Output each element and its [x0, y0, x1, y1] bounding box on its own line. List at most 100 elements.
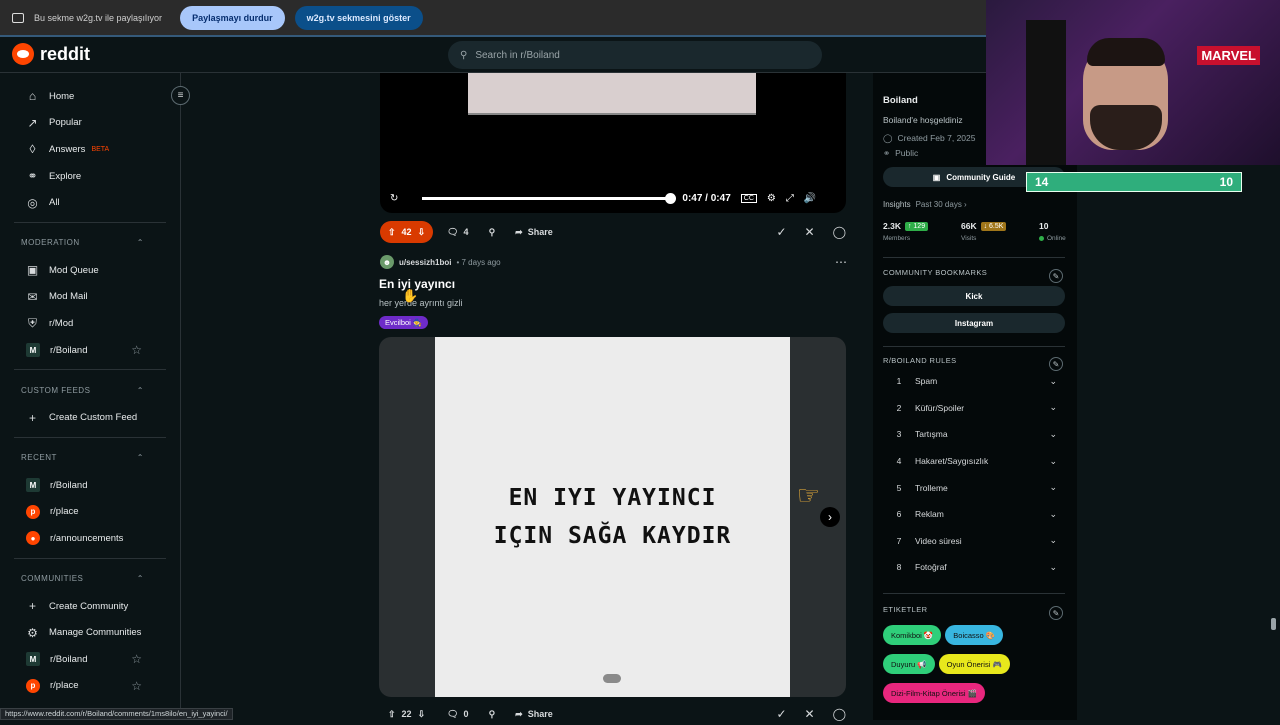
sidebar-item-label: Explore — [49, 170, 82, 182]
award-button[interactable]: ⚲ — [483, 221, 502, 243]
sidebar-item-community-place[interactable]: p r/place ☆ — [0, 673, 180, 700]
sidebar-item-answers[interactable]: ◊ Answers BETA — [0, 136, 180, 163]
rule-item[interactable]: 8 Fotoğraf ⌄ — [883, 554, 1065, 581]
edit-pencil-icon[interactable]: ✎ — [1049, 606, 1063, 620]
chevron-down-icon: ⌄ — [1049, 455, 1057, 466]
reddit-logo[interactable]: reddit — [12, 43, 90, 65]
share-label: Share — [527, 227, 553, 237]
edit-pencil-icon[interactable]: ✎ — [1049, 269, 1063, 283]
rule-item[interactable]: 6 Reklam ⌄ — [883, 501, 1065, 528]
replay-icon[interactable]: ↻ — [390, 193, 398, 204]
rule-item[interactable]: 4 Hakaret/Saygısızlık ⌄ — [883, 448, 1065, 475]
members-label: Members — [883, 235, 911, 242]
sidebar-item-explore[interactable]: ⚭ Explore — [0, 163, 180, 190]
sidebar-item-popular[interactable]: ↗ Popular — [0, 110, 180, 137]
volume-icon[interactable]: 🔊 — [804, 193, 816, 204]
members-value: 2.3K — [883, 221, 901, 231]
progress-handle[interactable] — [665, 192, 677, 204]
comments-button[interactable]: 🗨 4 — [441, 221, 474, 243]
approve-check-icon[interactable]: ✓ — [776, 225, 786, 239]
rule-label: Spam — [915, 376, 938, 387]
sidebar-item-create-community[interactable]: + Create Community — [0, 593, 180, 620]
chevron-down-icon: ⌄ — [1049, 561, 1057, 572]
image-gallery[interactable]: EN IYI YAYINCI IÇIN SAĞA KAYDIR ☞ › — [379, 337, 846, 697]
sidebar-item-all[interactable]: ◎ All — [0, 189, 180, 216]
remove-x-icon[interactable]: ✕ — [805, 225, 815, 239]
settings-gear-icon[interactable]: ⚙ — [767, 193, 776, 204]
online-dot-icon — [1039, 236, 1044, 241]
award-button[interactable]: ⚲ — [483, 703, 502, 725]
remove-x-icon[interactable]: ✕ — [805, 707, 815, 721]
tag-chip[interactable]: Dizi-Film-Kitap Önerisi 🎬 — [883, 683, 986, 703]
upvote-icon[interactable]: ⇧ — [388, 709, 396, 720]
share-button[interactable]: ➦ Share — [509, 703, 559, 725]
share-button[interactable]: ➦ Share — [509, 221, 559, 243]
stop-sharing-button[interactable]: Paylaşmayı durdur — [180, 5, 285, 30]
star-icon[interactable]: ☆ — [131, 343, 142, 357]
sidebar-item-recent-boiland[interactable]: Mr/Boiland — [0, 472, 180, 499]
rule-item[interactable]: 5 Trolleme ⌄ — [883, 474, 1065, 501]
mod-shield-icon[interactable]: ◯ — [833, 707, 846, 721]
tag-chip[interactable]: Oyun Önerisi 🎮 — [938, 654, 1010, 674]
share-label: Share — [527, 709, 553, 719]
section-title: MODERATION — [21, 238, 80, 248]
vote-control[interactable]: ⇧ 42 ⇩ — [380, 221, 434, 243]
star-icon[interactable]: ☆ — [131, 679, 142, 693]
rule-item[interactable]: 2 Küfür/Spoiler ⌄ — [883, 395, 1065, 422]
comments-button[interactable]: 🗨 0 — [441, 703, 474, 725]
rule-label: Video süresi — [915, 535, 962, 546]
rule-item[interactable]: 1 Spam ⌄ — [883, 368, 1065, 395]
sidebar-item-r-boiland[interactable]: Mr/Boiland ☆ — [0, 337, 180, 364]
video-player[interactable]: ↻ 0:47 / 0:47 CC ⚙ ⤢ 🔊 — [380, 73, 846, 213]
pointing-finger-icon: ☞ — [796, 480, 820, 510]
more-options-icon[interactable]: ⋯ — [835, 255, 847, 269]
bookmark-instagram-button[interactable]: Instagram — [883, 313, 1065, 333]
rule-item[interactable]: 7 Video süresi ⌄ — [883, 528, 1065, 555]
sidebar-item-mod-queue[interactable]: ▣ Mod Queue — [0, 257, 180, 284]
downvote-icon[interactable]: ⇩ — [418, 709, 426, 720]
sidebar-item-manage-communities[interactable]: ⚙ Manage Communities — [0, 619, 180, 646]
post-meta: ☻ u/sessizh1boi • 7 days ago — [380, 255, 501, 269]
custom-feeds-section-toggle[interactable]: CUSTOM FEEDS ⌃ — [0, 376, 180, 404]
recent-section-toggle[interactable]: RECENT ⌃ — [0, 444, 180, 472]
gallery-next-button[interactable]: › — [820, 507, 840, 527]
sidebar-item-mod-mail[interactable]: ✉ Mod Mail — [0, 284, 180, 311]
sidebar-item-r-mod[interactable]: ⛨ r/Mod — [0, 310, 180, 337]
vote-control[interactable]: ⇧ 22 ⇩ — [380, 703, 433, 725]
insights-header[interactable]: Insights Past 30 days › — [883, 200, 967, 209]
captions-icon[interactable]: CC — [740, 193, 757, 203]
sidebar-item-home[interactable]: ⌂ Home — [0, 83, 180, 110]
fullscreen-icon[interactable]: ⤢ — [786, 193, 794, 204]
moderation-section-toggle[interactable]: MODERATION ⌃ — [0, 229, 180, 257]
sidebar-item-label: Popular — [49, 117, 82, 129]
rule-label: Fotoğraf — [915, 562, 947, 573]
sidebar-item-recent-place[interactable]: p r/place — [0, 499, 180, 526]
star-icon[interactable]: ☆ — [131, 652, 142, 666]
mod-shield-icon[interactable]: ◯ — [833, 225, 846, 239]
video-progress-bar[interactable] — [422, 192, 677, 204]
place-avatar-icon: p — [26, 504, 40, 519]
downvote-icon[interactable]: ⇩ — [418, 227, 426, 238]
visibility: ⚭ Public — [883, 148, 918, 159]
post-flair[interactable]: Evcilboi 🧙 — [379, 316, 429, 329]
bookmark-kick-button[interactable]: Kick — [883, 286, 1065, 306]
user-avatar[interactable]: ☻ — [380, 255, 394, 269]
tag-chip[interactable]: Duyuru 📢 — [883, 654, 935, 674]
communities-section-toggle[interactable]: COMMUNITIES ⌃ — [0, 565, 180, 593]
tag-chip[interactable]: Boicasso 🎨 — [945, 625, 1004, 645]
search-input[interactable]: ⚲ Search in r/Boiland — [448, 41, 822, 69]
boiland-avatar-icon: M — [26, 343, 40, 358]
post-author[interactable]: u/sessizh1boi — [399, 258, 451, 267]
tag-chip[interactable]: Komikboi 🤡 — [883, 625, 942, 645]
show-tab-button[interactable]: w2g.tv sekmesini göster — [294, 5, 423, 30]
sidebar-item-recent-announcements[interactable]: ● r/announcements — [0, 525, 180, 552]
scrollbar-thumb[interactable] — [1271, 618, 1276, 630]
approve-check-icon[interactable]: ✓ — [776, 707, 786, 721]
rule-item[interactable]: 3 Tartışma ⌄ — [883, 421, 1065, 448]
sidebar-item-label: Mod Mail — [49, 291, 88, 303]
upvote-icon[interactable]: ⇧ — [388, 227, 396, 238]
section-title: COMMUNITIES — [21, 574, 84, 584]
sidebar-item-community-boiland[interactable]: Mr/Boiland ☆ — [0, 646, 180, 673]
sidebar-item-create-custom-feed[interactable]: + Create Custom Feed — [0, 404, 180, 431]
collapse-sidebar-button[interactable]: ≡ — [171, 86, 190, 105]
